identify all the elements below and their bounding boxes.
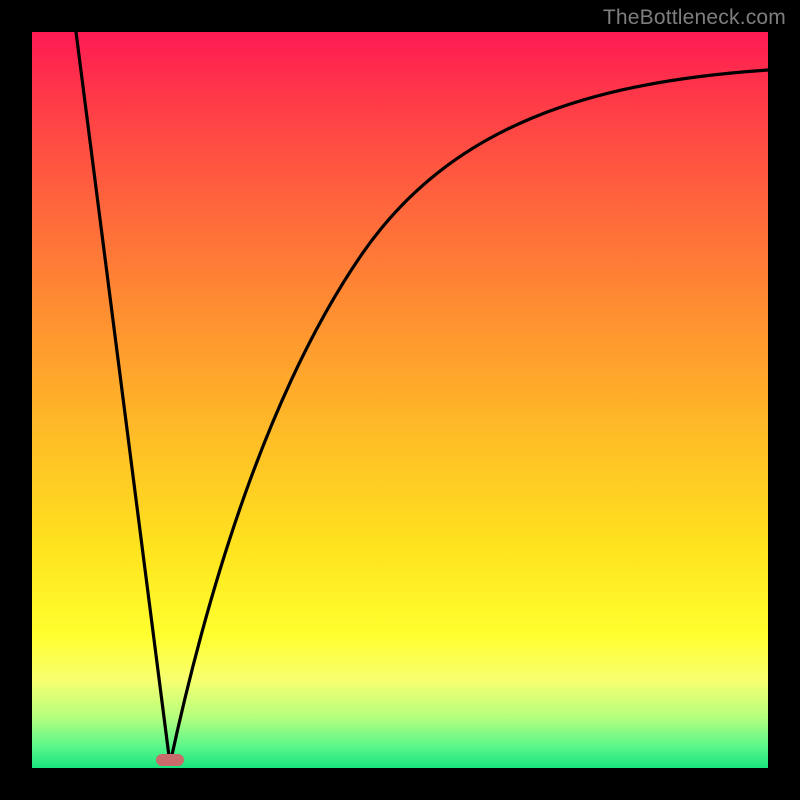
plot-area <box>32 32 768 768</box>
minimum-marker <box>156 754 184 766</box>
chart-frame: TheBottleneck.com <box>0 0 800 800</box>
curve-left-branch <box>76 32 170 764</box>
bottleneck-curve <box>32 32 768 768</box>
watermark-text: TheBottleneck.com <box>603 6 786 30</box>
curve-right-branch <box>170 70 768 764</box>
